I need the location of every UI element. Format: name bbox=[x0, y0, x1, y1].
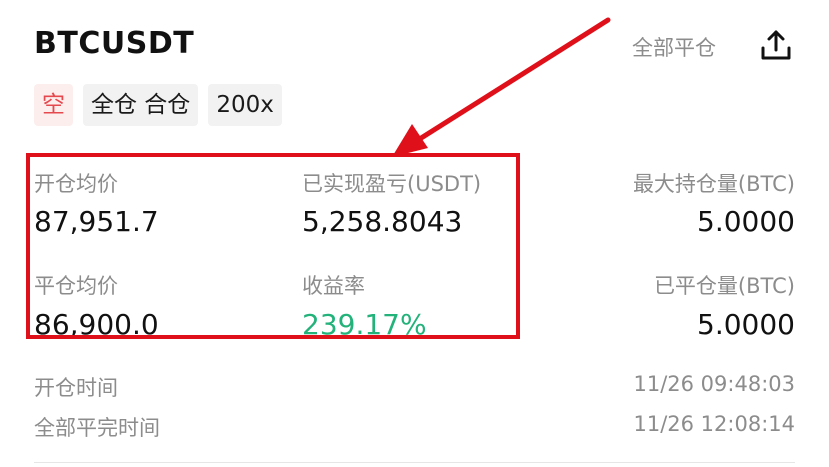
close-all-button[interactable]: 全部平仓 bbox=[632, 32, 716, 62]
closed-qty-label: 已平仓量(BTC) bbox=[653, 274, 795, 298]
open-time-label: 开仓时间 bbox=[34, 376, 118, 400]
close-time-label: 全部平完时间 bbox=[34, 416, 160, 440]
max-position-label: 最大持仓量(BTC) bbox=[632, 172, 795, 196]
open-time-value: 11/26 09:48:03 bbox=[633, 372, 795, 396]
symbol-title: BTCUSDT bbox=[34, 26, 195, 61]
leverage-tag: 200x bbox=[208, 84, 282, 126]
highlight-box bbox=[26, 153, 520, 339]
margin-mode-tag: 全仓 合仓 bbox=[83, 84, 199, 126]
max-position-value: 5.0000 bbox=[697, 205, 795, 238]
position-tags: 空 全仓 合仓 200x bbox=[34, 84, 282, 126]
share-icon[interactable] bbox=[758, 28, 794, 64]
closed-qty-value: 5.0000 bbox=[697, 308, 795, 341]
close-time-value: 11/26 12:08:14 bbox=[633, 412, 795, 436]
divider bbox=[34, 462, 795, 463]
direction-tag: 空 bbox=[34, 84, 73, 126]
